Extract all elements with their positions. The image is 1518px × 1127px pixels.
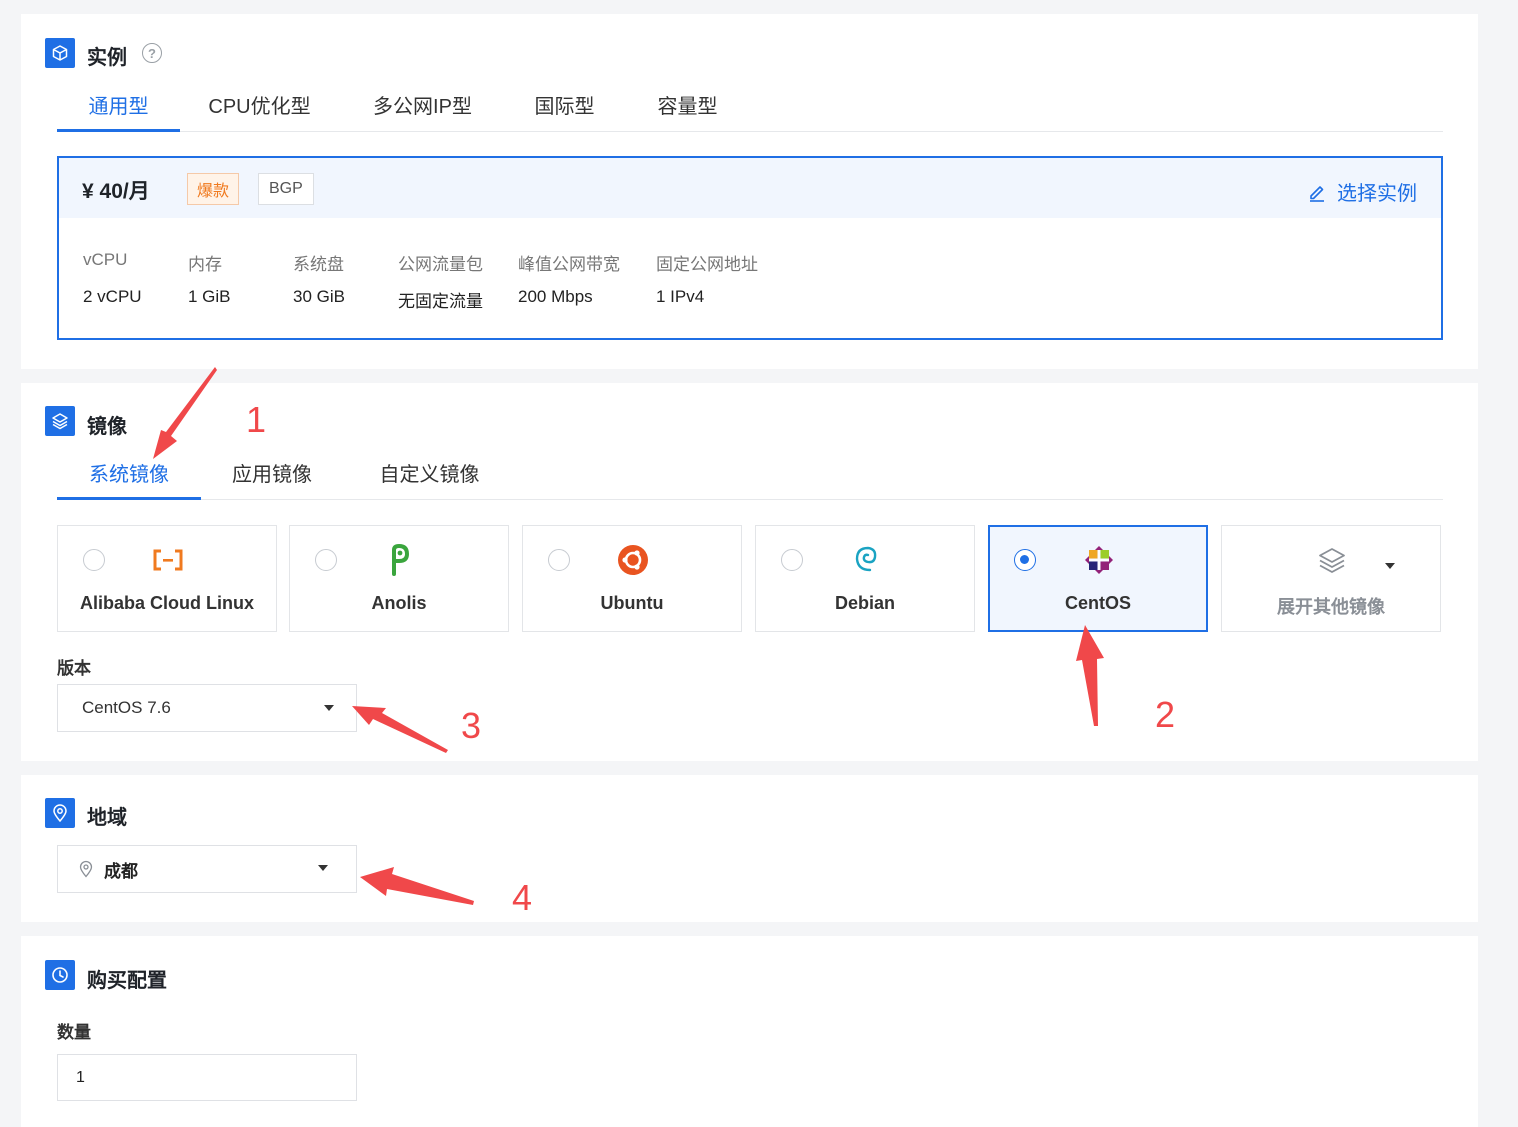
section-title: 地域 [87, 807, 127, 829]
plan-price: ¥ 40/月 [82, 180, 150, 203]
os-option-anolis[interactable]: Anolis [289, 525, 509, 632]
version-label: 版本 [57, 659, 91, 678]
quantity-value: 1 [76, 1068, 85, 1086]
os-name: Debian [834, 593, 895, 613]
section-title: 实例 [87, 47, 127, 69]
os-option-ubuntu[interactable]: Ubuntu [522, 525, 742, 632]
quantity-label: 数量 [57, 1023, 91, 1042]
spec-label-disk: 系统盘 [293, 255, 344, 274]
layers-icon [45, 406, 75, 436]
annotation-number-4: 4 [512, 877, 533, 918]
annotation-number-3: 3 [461, 705, 482, 746]
clock-icon [45, 960, 75, 990]
spec-label-vcpu: vCPU [83, 250, 128, 269]
image-section: 镜像 系统镜像 应用镜像 自定义镜像 Alibaba Cloud Linux A… [21, 383, 1478, 761]
radio-button[interactable] [781, 549, 803, 571]
tab-custom-image[interactable]: 自定义镜像 [362, 454, 497, 500]
os-option-debian[interactable]: Debian [755, 525, 975, 632]
ubuntu-icon [617, 544, 649, 576]
os-option-alibaba[interactable]: Alibaba Cloud Linux [57, 525, 277, 632]
select-instance-button[interactable]: 选择实例 [1307, 177, 1417, 206]
anolis-icon [384, 544, 416, 576]
os-name: Alibaba Cloud Linux [80, 593, 254, 613]
tab-multi-ip[interactable]: 多公网IP型 [360, 86, 485, 132]
tab-international[interactable]: 国际型 [522, 86, 607, 132]
instance-section: 实例 ? 通用型 CPU优化型 多公网IP型 国际型 容量型 ¥ 40/月 爆款… [21, 14, 1478, 369]
expand-more-label: 展开其他镜像 [1277, 597, 1385, 617]
tab-system-image[interactable]: 系统镜像 [57, 454, 201, 500]
location-icon [45, 798, 75, 828]
chevron-down-icon [1385, 563, 1395, 569]
spec-value-memory: 1 GiB [188, 287, 231, 306]
radio-button[interactable] [548, 549, 570, 571]
centos-icon [1083, 544, 1115, 576]
image-tabs: 系统镜像 应用镜像 自定义镜像 [57, 454, 1443, 500]
alibaba-cloud-icon [152, 544, 184, 576]
os-name: Ubuntu [600, 593, 664, 613]
select-instance-label: 选择实例 [1337, 183, 1417, 205]
radio-button-selected[interactable] [1014, 549, 1036, 571]
spec-value-ip: 1 IPv4 [656, 287, 705, 306]
section-title: 购买配置 [87, 970, 167, 992]
plan-header: ¥ 40/月 爆款 BGP 选择实例 [59, 158, 1441, 218]
hot-badge: 爆款 [187, 173, 240, 205]
spec-value-bandwidth: 200 Mbps [518, 287, 593, 306]
tab-capacity[interactable]: 容量型 [645, 86, 730, 132]
spec-label-bandwidth: 峰值公网带宽 [518, 255, 620, 274]
version-select[interactable]: CentOS 7.6 [57, 684, 357, 732]
radio-button[interactable] [83, 549, 105, 571]
annotation-number-1: 1 [246, 399, 267, 440]
question-circle-icon[interactable]: ? [142, 43, 162, 63]
instance-plan-card[interactable]: ¥ 40/月 爆款 BGP 选择实例 vCPU 2 vCPU 内存 1 GiB … [57, 156, 1443, 340]
os-name: Anolis [371, 593, 427, 613]
bgp-badge: BGP [258, 173, 314, 205]
location-pin-icon [79, 860, 93, 878]
layers-icon [1316, 544, 1348, 576]
instance-tabs: 通用型 CPU优化型 多公网IP型 国际型 容量型 [57, 86, 1443, 132]
spec-label-ip: 固定公网地址 [656, 255, 758, 274]
tab-app-image[interactable]: 应用镜像 [217, 454, 327, 500]
annotation-number-2: 2 [1155, 694, 1176, 735]
spec-value-vcpu: 2 vCPU [83, 287, 142, 306]
spec-label-memory: 内存 [188, 255, 222, 274]
spec-value-disk: 30 GiB [293, 287, 345, 306]
radio-button[interactable] [315, 549, 337, 571]
expand-more-images[interactable]: 展开其他镜像 [1221, 525, 1441, 632]
region-select[interactable]: 成都 [57, 845, 357, 893]
chevron-down-icon [318, 865, 328, 871]
debian-icon [850, 544, 882, 576]
version-value: CentOS 7.6 [82, 698, 171, 717]
region-value: 成都 [104, 861, 138, 881]
quantity-input[interactable]: 1 [57, 1054, 357, 1101]
tab-general[interactable]: 通用型 [57, 86, 180, 132]
section-title: 镜像 [87, 416, 127, 438]
edit-icon [1310, 185, 1324, 202]
spec-label-traffic: 公网流量包 [398, 255, 483, 274]
tab-cpu-optimized[interactable]: CPU优化型 [197, 86, 322, 132]
os-option-centos[interactable]: CentOS [988, 525, 1208, 632]
purchase-section: 购买配置 数量 1 [21, 936, 1478, 1127]
os-name: CentOS [1064, 593, 1131, 613]
chevron-down-icon [324, 705, 334, 711]
cube-icon [45, 38, 75, 68]
region-section: 地域 成都 [21, 775, 1478, 922]
spec-value-traffic: 无固定流量 [398, 292, 483, 311]
